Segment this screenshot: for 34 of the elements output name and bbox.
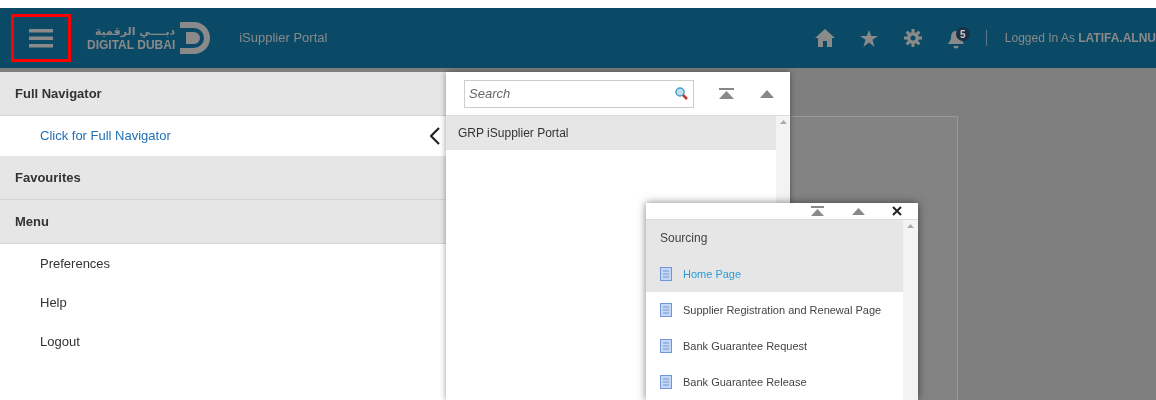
menu-item[interactable]: Help (0, 283, 446, 322)
submenu-item[interactable]: Bank Guarantee Release (646, 364, 903, 400)
logged-in-user-text: Logged In As LATIFA.ALNU (1004, 30, 1156, 47)
submenu-heading: Sourcing (646, 220, 903, 256)
collapse-icon[interactable] (852, 207, 865, 215)
menu-icon (29, 28, 53, 48)
star-icon[interactable] (859, 29, 878, 47)
scrollbar[interactable] (903, 220, 918, 400)
menu-button[interactable] (11, 14, 71, 62)
document-icon (660, 375, 672, 389)
navigator-section-header[interactable]: Full Navigator (0, 72, 446, 116)
close-icon[interactable] (892, 206, 902, 216)
scroll-up-icon[interactable] (907, 224, 914, 228)
full-navigator-link[interactable]: Click for Full Navigator (40, 126, 171, 146)
scroll-up-icon[interactable] (779, 120, 787, 124)
navigator-section-header[interactable]: Favourites (0, 156, 446, 200)
search-icon (675, 86, 688, 100)
collapse-icon[interactable] (760, 89, 774, 98)
logo-text: DIGITAL DUBAI (87, 38, 176, 51)
menu-item[interactable]: Preferences (0, 244, 446, 283)
settings-icon[interactable] (903, 29, 922, 47)
logo-arabic-text: دبــــي الرقمية (94, 25, 176, 37)
document-icon (660, 303, 672, 317)
app-title: iSupplier Portal (239, 29, 328, 48)
collapse-all-icon[interactable] (719, 88, 734, 99)
home-icon[interactable] (814, 29, 835, 47)
navigator-section-header[interactable]: Menu (0, 200, 446, 244)
portal-item[interactable]: GRP iSupplier Portal (446, 116, 776, 150)
search-field[interactable]: Search (464, 79, 694, 108)
document-icon (660, 339, 672, 353)
menu-item[interactable]: Logout (0, 322, 446, 361)
collapse-all-icon[interactable] (811, 206, 824, 216)
document-icon (660, 267, 672, 281)
chevron-left-icon[interactable] (430, 127, 440, 145)
